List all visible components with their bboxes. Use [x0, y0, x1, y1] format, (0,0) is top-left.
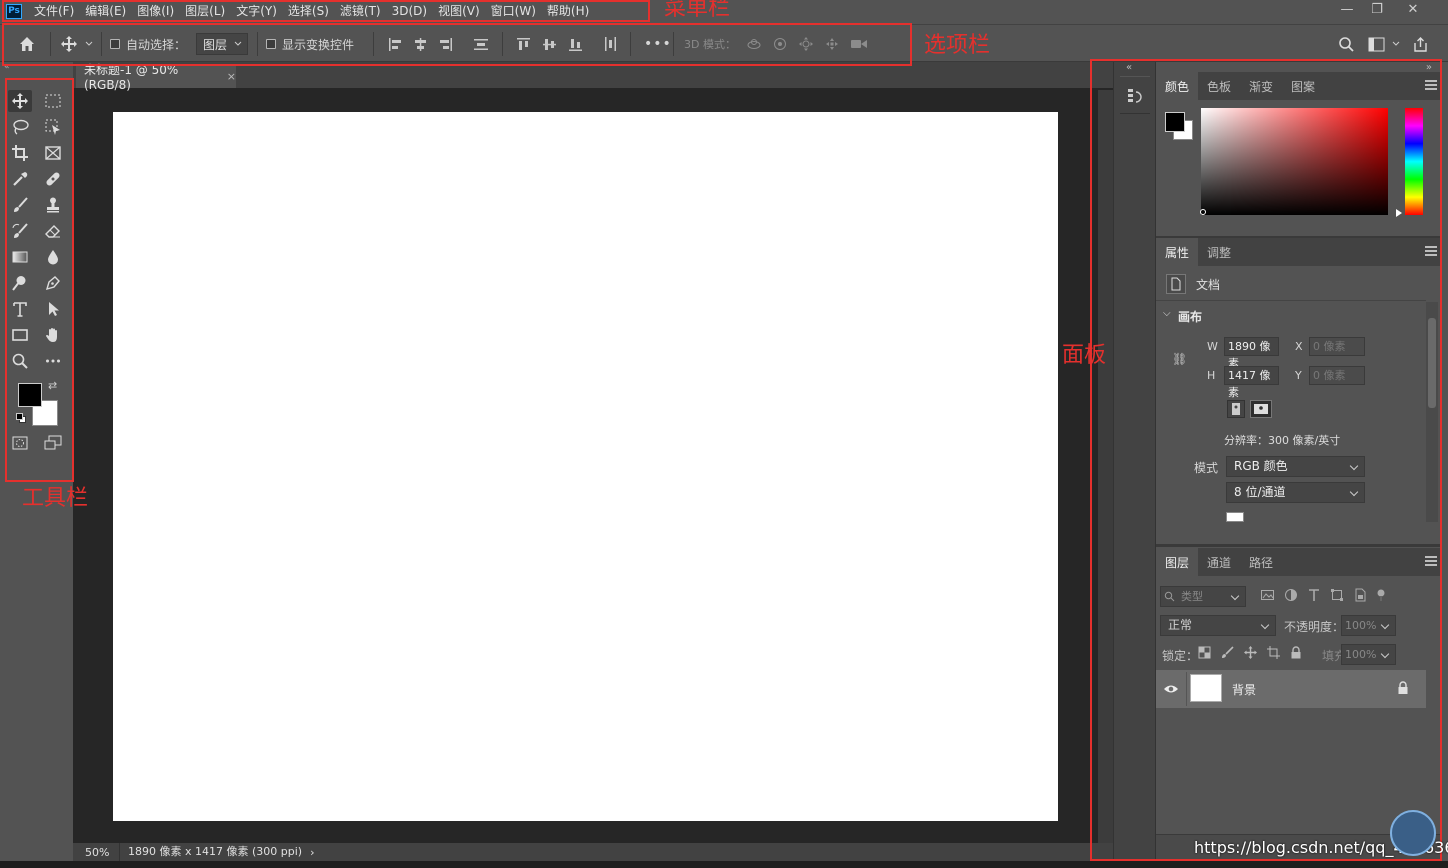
close-window-button[interactable]: ✕: [1396, 0, 1430, 22]
avatar: [1390, 810, 1436, 856]
workspace-button[interactable]: [1368, 25, 1401, 63]
minimize-button[interactable]: —: [1330, 0, 1364, 22]
annotation-toolbar-label: 工具栏: [22, 486, 89, 511]
zoom-level[interactable]: 50%: [73, 846, 119, 859]
document-tab[interactable]: 未标题-1 @ 50%(RGB/8) ×: [76, 63, 236, 92]
annotation-menubar-box: [2, 0, 650, 22]
restore-button[interactable]: ❐: [1360, 0, 1394, 22]
annotation-toolbar-box: [5, 78, 74, 482]
share-button[interactable]: [1412, 25, 1429, 63]
document-info: 1890 像素 x 1417 像素 (300 ppi): [119, 843, 302, 861]
annotation-optionsbar-label: 选项栏: [924, 33, 991, 58]
status-menu-arrow[interactable]: ›: [310, 846, 314, 859]
annotation-panels-label: 面板: [1062, 343, 1107, 368]
annotation-optionsbar-box: [2, 23, 912, 66]
search-button[interactable]: [1338, 25, 1355, 63]
chevron-down-icon: [1392, 41, 1400, 46]
close-tab-icon[interactable]: ×: [227, 70, 236, 83]
taskbar-strip: [0, 861, 1448, 868]
annotation-panels-box: [1090, 59, 1442, 861]
workspace-icon: [1368, 37, 1385, 51]
status-bar: 50% 1890 像素 x 1417 像素 (300 ppi) ›: [73, 843, 1113, 861]
share-icon: [1414, 36, 1427, 52]
search-icon: [1339, 36, 1354, 52]
annotation-menubar-label: 菜单栏: [664, 0, 731, 21]
photoshop-window: Ps 文件(F) 编辑(E) 图像(I) 图层(L) 文字(Y) 选择(S) 滤…: [0, 0, 1448, 868]
document-canvas[interactable]: [113, 112, 1058, 821]
